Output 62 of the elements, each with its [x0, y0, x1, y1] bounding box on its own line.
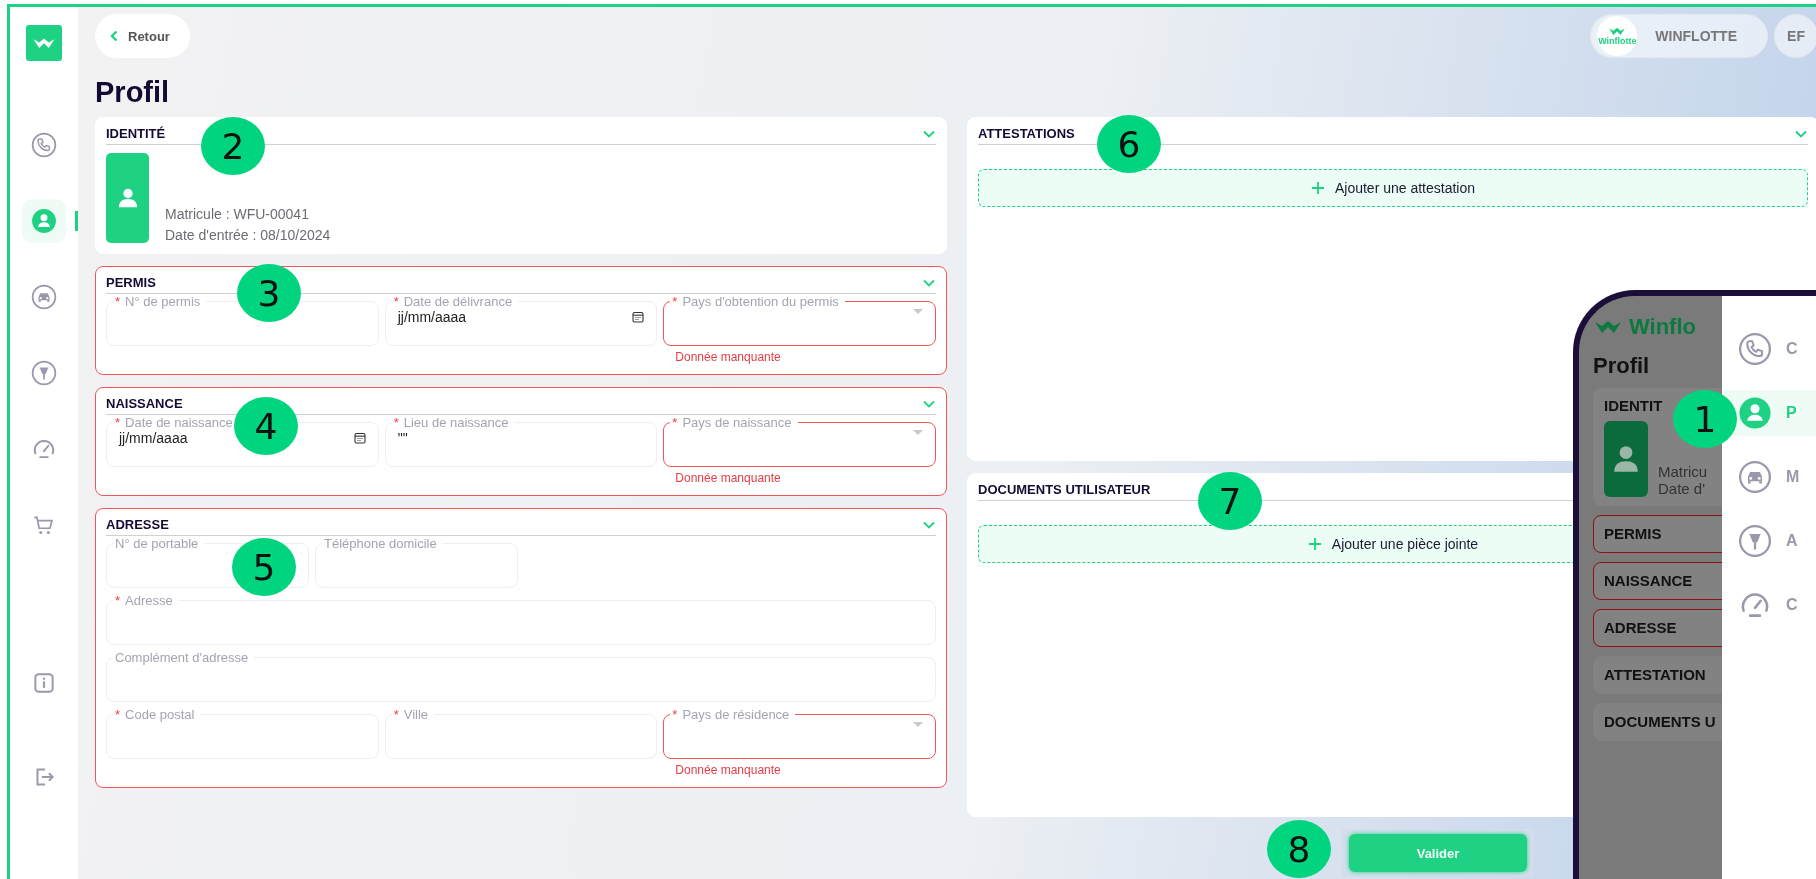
- phone-icon[interactable]: [31, 132, 57, 158]
- user-icon: [116, 187, 139, 209]
- input-field[interactable]: * Code postal: [106, 707, 379, 759]
- section-title: ADRESSE: [106, 517, 169, 532]
- identity-info: Matricu: [1658, 463, 1708, 480]
- user-icon: [1613, 444, 1639, 474]
- date-field[interactable]: * Date de délivrance jj/mm/aaaa: [384, 294, 658, 346]
- calendar-icon: [632, 311, 645, 323]
- cone-icon[interactable]: [1738, 524, 1772, 558]
- section-title: PERMIS: [106, 275, 156, 290]
- logo-icon: [1608, 25, 1627, 37]
- car-icon[interactable]: [31, 284, 57, 310]
- section-title: NAISSANCE: [106, 396, 183, 411]
- company-switcher[interactable]: Winflotte WINFLOTTE: [1590, 14, 1768, 58]
- user-icon[interactable]: [1738, 396, 1772, 430]
- cone-icon[interactable]: [31, 360, 57, 386]
- section-title: PERMIS: [1604, 525, 1662, 542]
- menu-item[interactable]: C: [1722, 326, 1816, 372]
- identity-info: Date d'entrée : 08/10/2024: [165, 227, 331, 243]
- section-title: IDENTIT: [1604, 397, 1663, 414]
- input-field[interactable]: * Ville: [384, 707, 658, 759]
- section-title: DOCUMENTS U: [1604, 713, 1716, 730]
- user-icon[interactable]: [31, 208, 57, 234]
- dropdown-caret-icon: [913, 722, 923, 728]
- add-button[interactable]: Ajouter une attestation: [978, 169, 1808, 207]
- menu-item[interactable]: M: [1722, 454, 1816, 500]
- dropdown-field[interactable]: * Pays de naissance: [663, 415, 936, 467]
- back-button[interactable]: Retour: [95, 14, 190, 58]
- phone-icon[interactable]: [1738, 332, 1772, 366]
- error-message: Donnée manquante: [674, 470, 782, 485]
- app-logo[interactable]: [26, 25, 62, 61]
- plus-icon: [1310, 181, 1325, 195]
- section-title: NAISSANCE: [1604, 572, 1693, 589]
- menu-item[interactable]: C: [1722, 582, 1816, 628]
- identity-info: Date d': [1658, 480, 1707, 497]
- identity-info: Matricule : WFU-00041: [165, 206, 310, 222]
- input-field[interactable]: * Adresse: [106, 593, 936, 645]
- dropdown-field[interactable]: * Pays de résidence: [663, 707, 936, 759]
- car-icon[interactable]: [1738, 460, 1772, 494]
- page-title: Profil: [95, 76, 171, 109]
- info-icon[interactable]: [31, 670, 57, 696]
- error-message: Donnée manquante: [674, 349, 782, 364]
- input-field[interactable]: * Lieu de naissance "": [384, 415, 658, 467]
- dropdown-caret-icon: [913, 430, 923, 436]
- input-field[interactable]: Téléphone domicile: [315, 536, 518, 588]
- section-title: ADRESSE: [1604, 619, 1677, 636]
- logo-icon: [1593, 318, 1623, 336]
- section-title: ATTESTATION: [1604, 666, 1706, 683]
- input-field[interactable]: Complément d'adresse: [106, 650, 936, 702]
- section-title: ATTESTATIONS: [978, 126, 1075, 141]
- error-message: Donnée manquante: [674, 762, 782, 777]
- section-title: DOCUMENTS UTILISATEUR: [978, 482, 1151, 497]
- user-avatar[interactable]: EF: [1774, 14, 1816, 58]
- calendar-icon: [353, 432, 366, 444]
- company-logo: Winflotte: [1597, 16, 1638, 56]
- logo-text: Winflo: [1629, 314, 1696, 340]
- section-title: IDENTITÉ: [106, 126, 166, 141]
- page-title: Profil: [1593, 353, 1651, 379]
- dropdown-field[interactable]: * Pays d'obtention du permis: [663, 294, 936, 346]
- dropdown-caret-icon: [913, 309, 923, 315]
- chevron-left-icon: [109, 30, 119, 42]
- plus-icon: [1307, 537, 1322, 551]
